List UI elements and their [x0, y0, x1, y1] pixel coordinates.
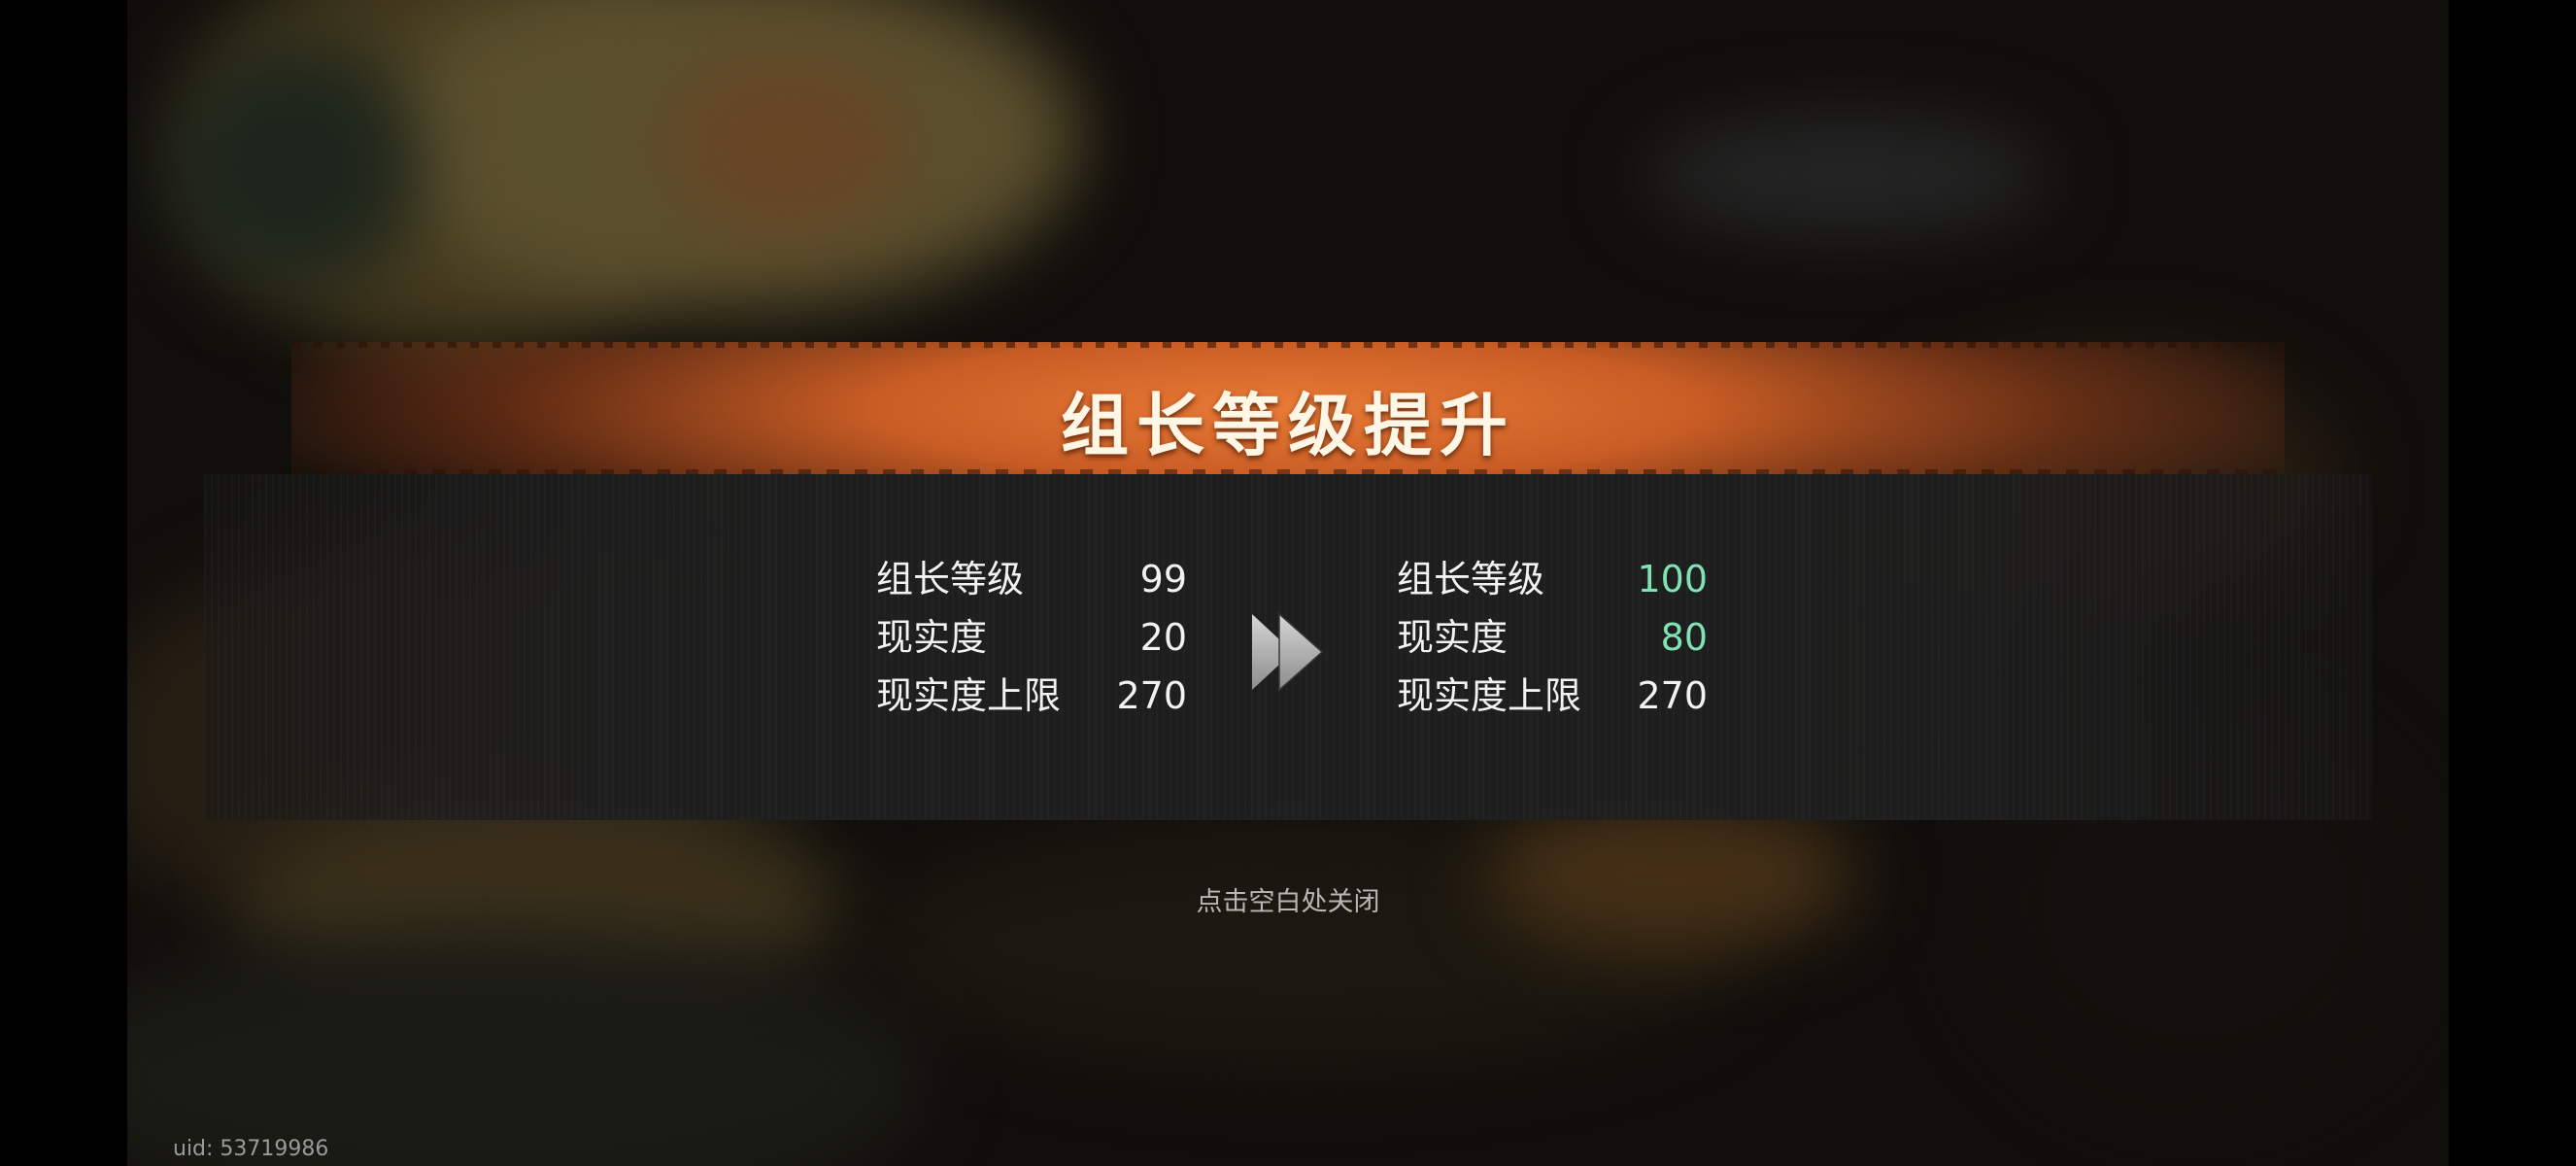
uid-label: uid: 53719986: [173, 1137, 329, 1161]
stat-value: 270: [1116, 674, 1187, 717]
stat-label: 组长等级: [876, 558, 1025, 600]
title-banner: 组长等级提升: [291, 342, 2285, 474]
stat-row-leader-level: 组长等级 100: [1397, 550, 1708, 608]
stat-label: 现实度上限: [1397, 674, 1582, 717]
stats-panel: 组长等级 99 现实度 20 现实度上限 270 组长等级 100 现实度 80…: [204, 474, 2372, 820]
stat-value: 20: [1139, 616, 1187, 659]
stats-before: 组长等级 99 现实度 20 现实度上限 270: [876, 550, 1187, 725]
stat-label: 现实度上限: [876, 674, 1062, 717]
popup-title: 组长等级提升: [1061, 386, 1515, 465]
stat-value: 99: [1139, 558, 1187, 600]
stats-after: 组长等级 100 现实度 80 现实度上限 270: [1397, 550, 1708, 725]
stat-label: 现实度: [1397, 616, 1508, 659]
stat-row-reality: 现实度 80: [1397, 608, 1708, 667]
stat-row-leader-level: 组长等级 99: [876, 550, 1187, 608]
levelup-overlay[interactable]: 组长等级提升 组长等级 99 现实度 20 现实度上限 270 组长等级 100…: [0, 0, 2576, 1166]
stat-label: 现实度: [876, 616, 988, 659]
stat-row-reality: 现实度 20: [876, 608, 1187, 667]
stat-value-increased: 80: [1660, 616, 1708, 659]
stat-label: 组长等级: [1397, 558, 1545, 600]
close-hint[interactable]: 点击空白处关闭: [0, 880, 2576, 918]
stat-value-increased: 100: [1637, 558, 1708, 600]
fast-forward-arrow-icon: [1252, 612, 1324, 692]
stat-row-reality-cap: 现实度上限 270: [876, 667, 1187, 725]
stat-value: 270: [1637, 674, 1708, 717]
stat-row-reality-cap: 现实度上限 270: [1397, 667, 1708, 725]
